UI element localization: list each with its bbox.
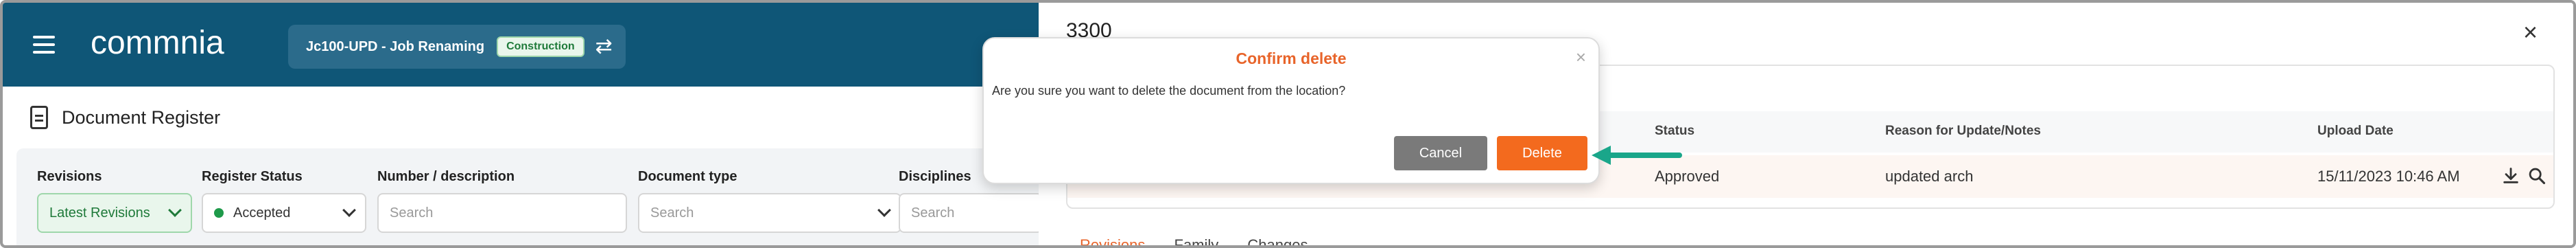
project-selector[interactable]: Jc100-UPD - Job Renaming Construction ⇄ [288, 25, 626, 69]
row-upload-date: 15/11/2023 10:46 AM [2317, 168, 2460, 185]
confirm-delete-dialog: Confirm delete × Are you sure you want t… [982, 37, 1600, 184]
project-type-badge: Construction [497, 36, 584, 57]
close-icon[interactable]: × [1576, 47, 1586, 68]
disciplines-placeholder: Search [911, 205, 955, 221]
row-reason: updated arch [1885, 168, 1974, 185]
chevron-down-icon [877, 203, 891, 217]
top-bar: commnia Jc100-UPD - Job Renaming Constru… [3, 3, 1039, 87]
document-type-label: Document type [638, 169, 737, 184]
project-name: Jc100-UPD - Job Renaming [306, 38, 485, 54]
revisions-select[interactable]: Latest Revisions [37, 193, 192, 233]
col-reason: Reason for Update/Notes [1885, 124, 2041, 138]
row-status: Approved [1655, 168, 1720, 185]
page-header: Document Register [3, 87, 1039, 148]
chevron-down-icon [168, 203, 182, 217]
search-icon[interactable] [2527, 166, 2547, 185]
number-label: Number / description [377, 169, 515, 184]
number-placeholder: Search [390, 205, 434, 221]
close-icon[interactable]: × [2523, 18, 2538, 47]
dialog-message: Are you sure you want to delete the docu… [992, 84, 1346, 98]
revisions-value: Latest Revisions [49, 205, 150, 221]
col-status: Status [1655, 124, 1695, 138]
hamburger-icon[interactable] [33, 36, 55, 54]
logo: commnia [91, 23, 262, 65]
register-status-label: Register Status [202, 169, 303, 184]
delete-button[interactable]: Delete [1497, 136, 1587, 170]
revisions-label: Revisions [37, 169, 102, 184]
cancel-button[interactable]: Cancel [1394, 136, 1487, 170]
tab-changes[interactable]: Changes [1247, 236, 1308, 245]
number-search-input[interactable]: Search [377, 193, 627, 233]
tab-family[interactable]: Family [1174, 236, 1219, 245]
panel-tabs: Revisions Family Changes [1080, 236, 1308, 245]
swap-icon[interactable]: ⇄ [595, 36, 613, 57]
app-window: commnia Jc100-UPD - Job Renaming Constru… [0, 0, 2576, 248]
status-dot-icon [214, 208, 224, 218]
number-filter: Number / description Search [377, 169, 627, 233]
filter-bar: Revisions Latest Revisions Register Stat… [16, 148, 1043, 245]
disciplines-search-input[interactable]: Search [899, 193, 1043, 233]
revisions-filter: Revisions Latest Revisions [37, 169, 192, 233]
commnia-logo: commnia [91, 25, 224, 61]
chevron-down-icon [342, 203, 356, 217]
tab-revisions[interactable]: Revisions [1080, 236, 1145, 245]
document-icon [30, 106, 48, 129]
dialog-title: Confirm delete [1236, 49, 1347, 67]
register-status-select[interactable]: Accepted [202, 193, 366, 233]
arrow-left-icon [1592, 146, 1682, 165]
register-status-filter: Register Status Accepted [202, 169, 366, 233]
col-upload-date: Upload Date [2317, 124, 2394, 138]
download-icon[interactable] [2501, 166, 2520, 185]
register-status-value: Accepted [233, 205, 291, 221]
page-title: Document Register [62, 106, 221, 128]
svg-text:commnia: commnia [91, 25, 224, 61]
document-type-select[interactable]: Search [638, 193, 901, 233]
document-type-placeholder: Search [650, 205, 694, 221]
document-type-filter: Document type Search [638, 169, 901, 233]
